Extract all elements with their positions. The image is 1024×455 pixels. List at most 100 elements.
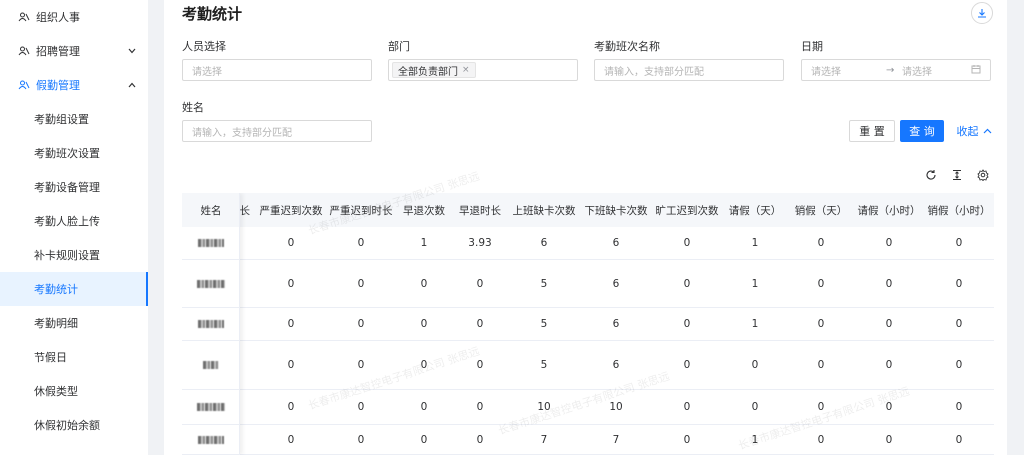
table-cell: 1 [751,433,759,446]
sidebar-item-recruit[interactable]: 招聘管理 [0,34,148,68]
table-cell: 0 [683,433,691,446]
table-cell: 0 [420,277,428,290]
sidebar-item-attendance-group[interactable]: 考勤组设置 [0,102,148,136]
sidebar-item-leave-balance[interactable]: 休假初始余额 [0,408,148,442]
person-placeholder: 请选择 [192,66,222,78]
sidebar-item-device-management[interactable]: 考勤设备管理 [0,170,148,204]
table-cell: 0 [357,401,365,413]
sidebar-item-attendance-detail[interactable]: 考勤明细 [0,306,148,340]
date-end[interactable]: 请选择 [902,63,971,78]
table-cell: 0 [817,359,825,371]
sidebar-item-shift-settings[interactable]: 考勤班次设置 [0,136,148,170]
header-col: 销假（天） [794,204,848,217]
table-cell: 0 [357,237,365,249]
table-cell: 1 [420,237,428,249]
chevron-down-icon [128,46,136,57]
table-cell: 6 [612,237,620,249]
sidebar-item-leave-types[interactable]: 休假类型 [0,374,148,408]
table-cell: 0 [751,359,759,371]
table-cell: 0 [476,277,484,290]
table-cell: 0 [885,359,893,371]
table-cell: 6 [612,277,620,290]
table-cell: 0 [476,401,484,413]
date-start[interactable]: 请选择 [811,63,886,78]
department-tag: 全部负责部门 × [392,62,476,78]
collapse-button[interactable]: 收起 [954,120,994,142]
header-clipped: 长 [240,204,250,217]
table-cell: 0 [683,277,691,290]
sidebar-item-attendance-stats[interactable]: 考勤统计 [0,272,148,306]
people-icon [18,11,30,23]
table-cell: 1 [751,277,759,290]
table-cell: 7 [612,433,620,446]
table-cell: 0 [885,237,893,249]
table-cell: 0 [955,237,963,249]
date-range-picker[interactable]: 请选择 → 请选择 [801,59,991,81]
chevron-up-icon [128,80,136,91]
table-cell: 1 [751,237,759,249]
person-label: 人员选择 [182,40,226,53]
header-col: 早退时长 [459,204,501,217]
sidebar-item-leave-attendance[interactable]: 假勤管理 [0,68,148,102]
table-cell: 0 [357,318,365,330]
table-cell: 0 [287,401,295,413]
table-cell: 0 [955,277,963,290]
table-cell: 6 [612,359,620,371]
gear-icon[interactable] [976,168,990,182]
table-row: 0 0 1 3.93 6 6 0 1 0 0 0 [182,227,994,260]
header-col: 严重迟到时长 [329,204,393,217]
attendance-table: 姓名 长 严重迟到次数 严重迟到时长 早退次数 早退时长 上班缺卡次数 下班缺卡… [182,193,994,455]
table-cell: 0 [817,277,825,290]
table-cell: 5 [540,277,548,290]
sidebar-item-label: 招聘管理 [36,45,80,58]
table-cell: 0 [683,237,691,249]
sidebar-item-label: 休假初始余额 [34,419,100,432]
table-cell: 0 [885,277,893,290]
sidebar-item-label: 补卡规则设置 [34,249,100,262]
name-label: 姓名 [182,101,204,114]
close-icon[interactable]: × [462,65,470,75]
table-cell: 0 [287,433,295,446]
name-column-shadow [182,193,240,455]
query-button[interactable]: 查 询 [900,120,944,142]
table-cell: 0 [476,318,484,330]
person-select[interactable]: 请选择 [182,59,372,81]
table-cell: 7 [540,433,548,446]
refresh-icon[interactable] [924,168,938,182]
department-select[interactable]: 全部负责部门 × [388,59,578,81]
sidebar-item-face-upload[interactable]: 考勤人脸上传 [0,204,148,238]
table-cell: 0 [885,401,893,413]
sidebar-item-card-rules[interactable]: 补卡规则设置 [0,238,148,272]
department-tag-label: 全部负责部门 [398,66,458,78]
table-cell: 1 [751,318,759,330]
department-label: 部门 [388,40,410,53]
people-icon [18,79,30,91]
table-cell: 0 [420,359,428,371]
table-cell: 6 [540,237,548,249]
table-cell: 0 [287,277,295,290]
header-col: 早退次数 [403,204,445,217]
column-height-icon[interactable] [950,168,964,182]
sidebar-item-label: 休假类型 [34,385,78,398]
download-button[interactable] [971,2,993,24]
sidebar-item-org-hr[interactable]: 组织人事 [0,0,148,34]
table-cell: 5 [540,318,548,330]
sidebar: 组织人事 招聘管理 假勤管理 考勤组设置 考勤班次设置 考勤设备管理 考勤人脸上… [0,0,148,455]
table-header: 姓名 长 严重迟到次数 严重迟到时长 早退次数 早退时长 上班缺卡次数 下班缺卡… [182,193,994,227]
header-col: 旷工迟到次数 [655,204,719,217]
calendar-icon [971,64,981,77]
sidebar-item-holidays[interactable]: 节假日 [0,340,148,374]
name-input[interactable]: 请输入，支持部分匹配 [182,120,372,142]
header-col: 下班缺卡次数 [584,204,648,217]
shift-label: 考勤班次名称 [594,40,660,53]
shift-input[interactable]: 请输入，支持部分匹配 [594,59,784,81]
reset-button[interactable]: 重 置 [849,120,895,142]
table-cell: 0 [817,433,825,446]
table-row: 0 0 0 0 5 6 0 0 0 0 0 [182,341,994,390]
sidebar-item-label: 考勤班次设置 [34,147,100,160]
header-col: 严重迟到次数 [259,204,323,217]
table-cell: 0 [287,237,295,249]
shift-placeholder: 请输入，支持部分匹配 [604,66,704,78]
table-cell: 0 [885,318,893,330]
table-cell: 0 [817,401,825,413]
